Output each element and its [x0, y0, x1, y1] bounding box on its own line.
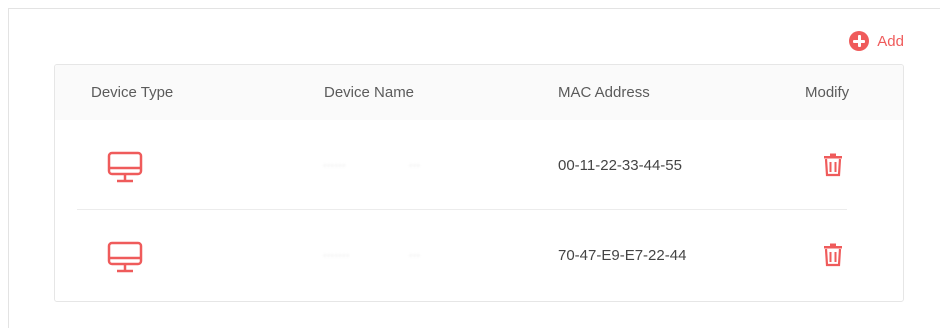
add-button[interactable]: Add [849, 31, 904, 51]
table-header: Device Type Device Name MAC Address Modi… [55, 65, 903, 120]
add-icon [849, 31, 870, 51]
device-name-redacted: ··· [409, 250, 421, 261]
desktop-monitor-icon [107, 151, 143, 183]
column-header-modify: Modify [805, 84, 850, 101]
desktop-monitor-icon [107, 241, 143, 273]
trash-icon[interactable] [822, 243, 844, 267]
add-label: Add [877, 32, 904, 50]
table-row: ······ ··· 00-11-22-33-44-55 [55, 120, 903, 208]
column-header-device-name: Device Name [324, 84, 415, 101]
mac-address: 70-47-E9-E7-22-44 [558, 247, 687, 264]
column-header-mac-address: MAC Address [558, 84, 650, 101]
device-table: Device Type Device Name MAC Address Modi… [54, 64, 904, 302]
column-header-device-type: Device Type [91, 84, 174, 101]
device-name-redacted: ······· [323, 250, 350, 261]
device-name-redacted: ··· [409, 160, 421, 171]
table-row: ······· ··· 70-47-E9-E7-22-44 [55, 210, 903, 298]
device-name-redacted: ······ [323, 160, 346, 171]
mac-address: 00-11-22-33-44-55 [558, 157, 682, 174]
trash-icon[interactable] [822, 153, 844, 177]
